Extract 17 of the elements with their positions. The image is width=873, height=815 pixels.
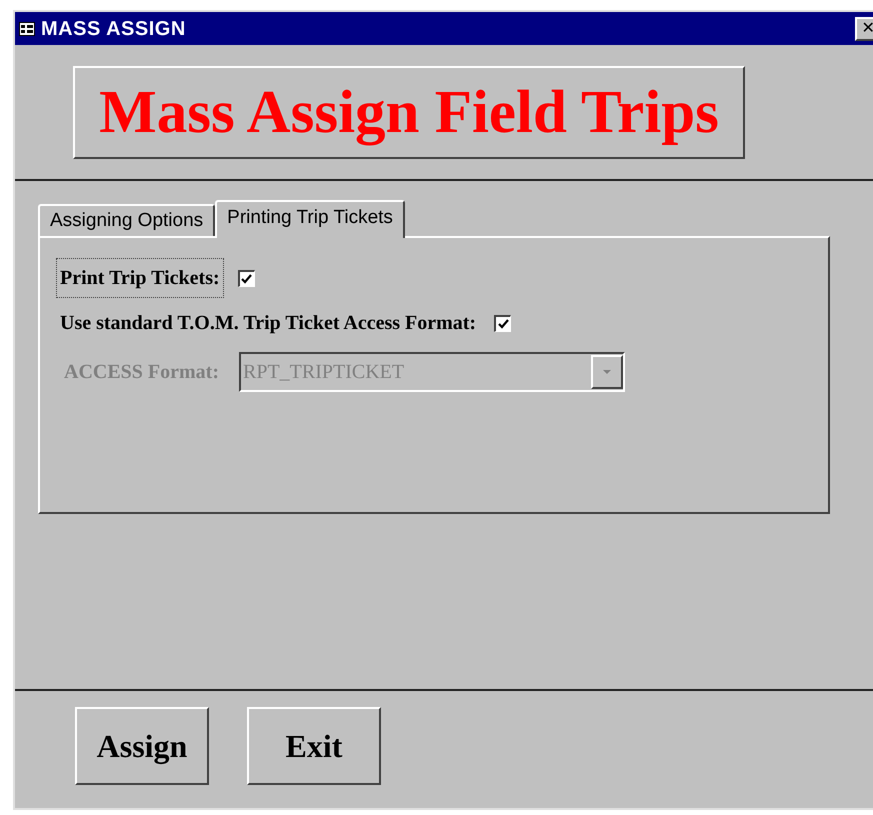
caret-icon xyxy=(603,370,611,374)
option-label: Print Trip Tickets: xyxy=(56,258,224,298)
action-button[interactable]: Exit xyxy=(247,707,381,785)
option-label: Use standard T.O.M. Trip Ticket Access Format: xyxy=(59,311,478,336)
check-icon xyxy=(241,274,252,284)
field-label: ACCESS Format: xyxy=(64,360,219,385)
action-button[interactable]: Assign xyxy=(75,707,209,785)
tab[interactable]: Assigning Options xyxy=(38,204,216,236)
close-button[interactable]: ✕ xyxy=(855,16,873,40)
checkbox[interactable] xyxy=(494,314,512,332)
form-icon xyxy=(19,22,35,36)
window-title: MASS ASSIGN xyxy=(41,16,186,42)
check-icon xyxy=(498,318,509,328)
tab[interactable]: Printing Trip Tickets xyxy=(215,200,405,238)
checkbox[interactable] xyxy=(238,270,255,286)
dropdown-value: RPT_TRIPTICKET xyxy=(242,360,406,385)
header-title: Mass Assign Field Trips xyxy=(73,66,745,159)
